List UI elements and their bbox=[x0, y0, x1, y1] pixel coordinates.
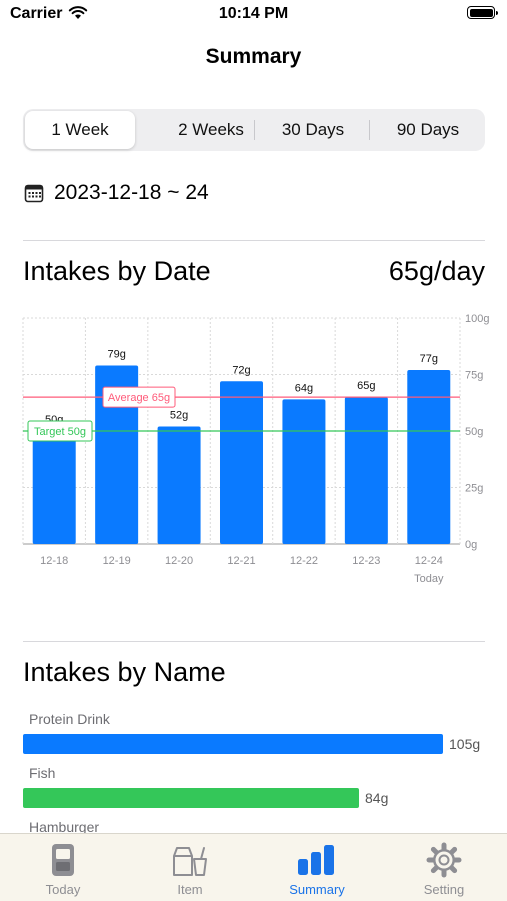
period-tab-30-days[interactable]: 30 Days bbox=[263, 111, 363, 149]
calendar-icon bbox=[24, 184, 44, 203]
x-tick-label: 12-24 bbox=[415, 555, 443, 567]
gear-icon bbox=[426, 842, 462, 878]
bar-data-label: 77g bbox=[420, 353, 438, 365]
battery-icon bbox=[467, 6, 498, 19]
page-title: Summary bbox=[205, 45, 302, 68]
segment-divider bbox=[369, 120, 370, 140]
tab-item-label: Item bbox=[177, 882, 203, 897]
x-tick-label: 12-18 bbox=[40, 555, 68, 567]
tab-today-label: Today bbox=[45, 882, 81, 897]
bar-data-label: 72g bbox=[232, 364, 250, 376]
x-tick-label: 12-20 bbox=[165, 555, 193, 567]
average-per-day-value: 65g/day bbox=[388, 256, 485, 286]
item-name-protein-drink: Protein Drink bbox=[29, 711, 110, 727]
tab-summary-label: Summary bbox=[289, 882, 345, 897]
bar-data-label: 64g bbox=[295, 382, 313, 394]
tab-today[interactable]: Today bbox=[0, 834, 126, 901]
x-tick-label: 12-21 bbox=[227, 555, 255, 567]
bar-data-label: 79g bbox=[107, 348, 125, 360]
bar-12-20 bbox=[157, 426, 201, 544]
tab-bar: Today Item Summary Setting bbox=[0, 833, 507, 901]
item-name-fish: Fish bbox=[29, 765, 56, 781]
bar-chart-icon bbox=[298, 845, 334, 875]
y-tick-label: 100g bbox=[465, 313, 489, 325]
divider bbox=[23, 641, 485, 642]
segment-divider bbox=[254, 120, 255, 140]
x-tick-label: 12-23 bbox=[352, 555, 380, 567]
food-items-icon bbox=[173, 847, 207, 876]
tab-setting[interactable]: Setting bbox=[381, 834, 507, 901]
intake-value-protein-drink: 105g bbox=[449, 736, 481, 752]
period-segmented-control: 1 Week 2 Weeks 30 Days 90 Days bbox=[23, 109, 485, 151]
intake-value-fish: 84g bbox=[365, 790, 389, 806]
y-tick-label: 50g bbox=[465, 426, 483, 438]
period-tab-2-weeks[interactable]: 2 Weeks bbox=[161, 111, 261, 149]
period-tab-1-week[interactable]: 1 Week bbox=[25, 111, 135, 149]
divider bbox=[23, 240, 485, 241]
jar-icon bbox=[52, 844, 74, 876]
tab-item[interactable]: Item bbox=[127, 834, 253, 901]
bar-data-label: 65g bbox=[357, 380, 375, 392]
tab-summary[interactable]: Summary bbox=[254, 834, 380, 901]
date-range-text: 2023-12-18 ~ 24 bbox=[54, 181, 209, 204]
period-tab-90-days[interactable]: 90 Days bbox=[375, 111, 481, 149]
intakes-by-date-title: Intakes by Date bbox=[23, 256, 211, 286]
tab-setting-label: Setting bbox=[423, 882, 465, 897]
intakes-by-name-title: Intakes by Name bbox=[23, 657, 226, 687]
average-label: Average 65g bbox=[108, 392, 170, 404]
status-bar: Carrier 10:14 PM bbox=[0, 0, 507, 30]
date-range: 2023-12-18 ~ 24 bbox=[24, 178, 209, 208]
intakes-by-date-chart: 0g25g50g75g100g50g12-1879g12-1952g12-207… bbox=[22, 313, 489, 585]
bar-12-18 bbox=[32, 431, 76, 544]
y-tick-label: 25g bbox=[465, 483, 483, 495]
y-tick-label: 75g bbox=[465, 370, 483, 382]
intake-bar-fish bbox=[23, 788, 359, 808]
x-tick-label: 12-19 bbox=[103, 555, 131, 567]
bar-12-21 bbox=[220, 381, 263, 544]
bar-12-22 bbox=[282, 399, 326, 544]
x-tick-label: 12-22 bbox=[290, 555, 318, 567]
bar-12-24 bbox=[407, 369, 451, 544]
bar-data-label: 52g bbox=[170, 409, 188, 421]
intake-bar-protein-drink bbox=[23, 734, 443, 754]
x-tick-sublabel-today: Today bbox=[414, 573, 444, 585]
target-label: Target 50g bbox=[34, 426, 86, 438]
y-tick-label: 0g bbox=[465, 539, 477, 551]
status-time: 10:14 PM bbox=[218, 5, 289, 22]
bar-12-23 bbox=[344, 397, 388, 544]
